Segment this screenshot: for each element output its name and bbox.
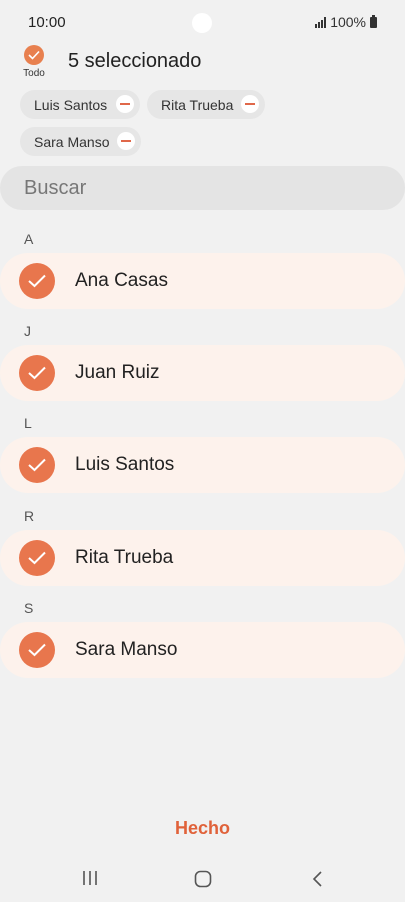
battery-percentage: 100% bbox=[330, 14, 366, 30]
contact-row-ana-casas[interactable]: Ana Casas bbox=[0, 253, 405, 309]
section-letter-s: S bbox=[24, 600, 34, 616]
contact-row-sara-manso[interactable]: Sara Manso bbox=[0, 622, 405, 678]
minus-circle-icon[interactable] bbox=[116, 95, 134, 113]
status-indicators: 100% bbox=[315, 14, 377, 30]
check-icon[interactable] bbox=[19, 540, 55, 576]
minus-circle-icon[interactable] bbox=[241, 95, 259, 113]
chip-luis-santos[interactable]: Luis Santos bbox=[20, 90, 140, 119]
status-time: 10:00 bbox=[28, 14, 66, 31]
navigation-bar bbox=[0, 860, 405, 900]
check-icon[interactable] bbox=[19, 355, 55, 391]
status-bar: 10:00 100% bbox=[0, 0, 405, 44]
check-icon[interactable] bbox=[19, 447, 55, 483]
back-icon[interactable] bbox=[311, 870, 323, 893]
done-button[interactable]: Hecho bbox=[0, 818, 405, 839]
chip-label: Sara Manso bbox=[34, 133, 110, 150]
search-input[interactable]: Buscar bbox=[0, 166, 405, 210]
chip-rita-trueba[interactable]: Rita Trueba bbox=[147, 90, 265, 119]
battery-icon bbox=[370, 14, 377, 28]
contact-name: Luis Santos bbox=[75, 454, 175, 475]
signal-icon bbox=[315, 16, 327, 28]
contact-row-juan-ruiz[interactable]: Juan Ruiz bbox=[0, 345, 405, 401]
section-letter-j: J bbox=[24, 323, 31, 339]
section-letter-l: L bbox=[24, 415, 32, 431]
contact-name: Ana Casas bbox=[75, 270, 168, 291]
minus-circle-icon[interactable] bbox=[117, 132, 135, 150]
select-all-label: Todo bbox=[23, 68, 45, 79]
section-letter-a: A bbox=[24, 231, 34, 247]
check-icon[interactable] bbox=[19, 263, 55, 299]
select-all-toggle[interactable]: Todo bbox=[20, 45, 48, 79]
contact-row-rita-trueba[interactable]: Rita Trueba bbox=[0, 530, 405, 586]
contact-name: Rita Trueba bbox=[75, 547, 174, 568]
check-icon[interactable] bbox=[19, 632, 55, 668]
contact-name: Juan Ruiz bbox=[75, 362, 160, 383]
chip-sara-manso[interactable]: Sara Manso bbox=[20, 127, 141, 156]
contact-row-luis-santos[interactable]: Luis Santos bbox=[0, 437, 405, 493]
chip-label: Luis Santos bbox=[34, 96, 108, 113]
home-icon[interactable] bbox=[194, 870, 212, 893]
chip-label: Rita Trueba bbox=[161, 96, 234, 113]
search-placeholder: Buscar bbox=[24, 176, 87, 199]
check-icon bbox=[24, 45, 44, 65]
selected-count-title: 5 seleccionado bbox=[68, 50, 202, 72]
contact-name: Sara Manso bbox=[75, 639, 178, 660]
recents-icon[interactable] bbox=[82, 870, 98, 891]
section-letter-r: R bbox=[24, 508, 35, 524]
camera-cutout bbox=[192, 13, 212, 33]
